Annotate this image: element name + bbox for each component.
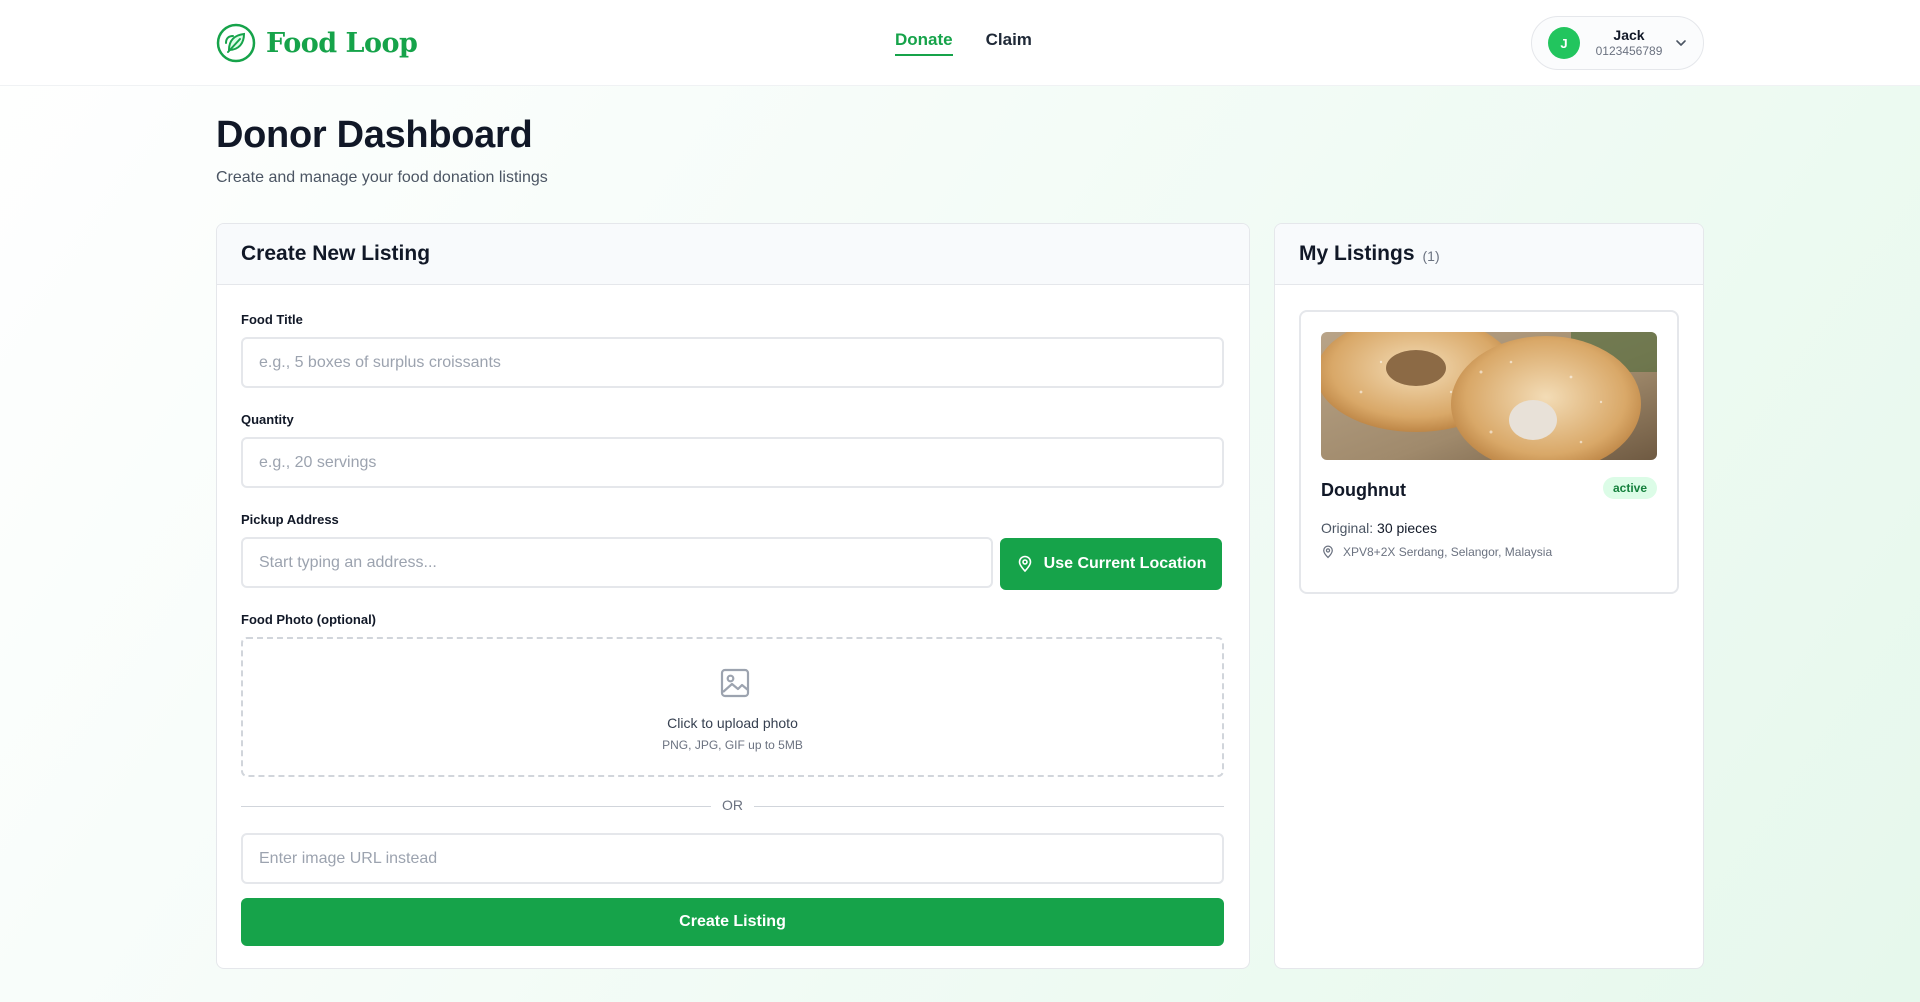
listing-address-text: XPV8+2X Serdang, Selangor, Malaysia <box>1343 545 1553 559</box>
status-badge: active <box>1602 477 1657 499</box>
page-title: Donor Dashboard <box>216 114 533 156</box>
image-icon <box>720 668 750 698</box>
original-label: Original: <box>1321 520 1374 536</box>
my-listings-title: My Listings <box>1299 242 1415 265</box>
listing-card[interactable]: Doughnut active Original: 30 pieces XPV8… <box>1299 310 1679 594</box>
food-photo-label: Food Photo (optional) <box>241 612 377 627</box>
nav-claim[interactable]: Claim <box>986 30 1032 56</box>
app-name: Food Loop <box>266 27 418 59</box>
user-info: Jack 0123456789 <box>1594 27 1664 59</box>
create-listing-title: Create New Listing <box>241 242 431 265</box>
main-nav: Donate Claim <box>895 30 1032 56</box>
leaf-logo-icon <box>216 23 256 63</box>
food-title-label: Food Title <box>241 312 303 327</box>
food-title-input[interactable] <box>241 337 1224 388</box>
listing-address: XPV8+2X Serdang, Selangor, Malaysia <box>1321 545 1552 559</box>
my-listings-card: My Listings (1) Doughnut active Original… <box>1274 223 1704 969</box>
upload-hint: PNG, JPG, GIF up to 5MB <box>662 738 803 752</box>
image-url-input[interactable] <box>241 833 1224 884</box>
quantity-label: Quantity <box>241 412 294 427</box>
chevron-down-icon <box>1676 40 1686 46</box>
create-listing-card: Create New Listing Food Title Quantity P… <box>216 223 1250 969</box>
pickup-address-label: Pickup Address <box>241 512 339 527</box>
use-current-location-button[interactable]: Use Current Location <box>1000 538 1222 590</box>
app-logo[interactable]: Food Loop <box>216 22 418 64</box>
user-menu-button[interactable]: J Jack 0123456789 <box>1531 16 1704 70</box>
quantity-input[interactable] <box>241 437 1224 488</box>
user-name: Jack <box>1613 27 1645 43</box>
user-phone: 0123456789 <box>1595 44 1663 58</box>
page-subtitle: Create and manage your food donation lis… <box>216 169 548 186</box>
upload-instruction: Click to upload photo <box>667 715 798 731</box>
map-pin-icon <box>1018 555 1031 573</box>
doughnut-photo <box>1321 332 1657 460</box>
listing-count: (1) <box>1422 248 1440 264</box>
use-current-location-label: Use Current Location <box>1043 555 1207 572</box>
listing-title: Doughnut <box>1321 480 1406 500</box>
create-listing-button[interactable]: Create Listing <box>241 898 1224 946</box>
photo-upload-dropzone[interactable]: Click to upload photo PNG, JPG, GIF up t… <box>241 637 1224 777</box>
avatar: J <box>1548 27 1580 59</box>
nav-donate[interactable]: Donate <box>895 30 953 56</box>
my-listings-header: My Listings (1) <box>1275 224 1703 285</box>
original-value: 30 pieces <box>1377 520 1437 536</box>
or-divider: OR <box>241 796 1224 816</box>
or-text: OR <box>722 797 743 813</box>
map-pin-icon <box>1323 545 1333 559</box>
listing-quantity: Original: 30 pieces <box>1321 520 1437 536</box>
pickup-address-input[interactable] <box>241 537 993 588</box>
top-nav-bar: Food Loop Donate Claim J Jack 0123456789 <box>0 0 1920 86</box>
create-listing-header: Create New Listing <box>217 224 1249 285</box>
